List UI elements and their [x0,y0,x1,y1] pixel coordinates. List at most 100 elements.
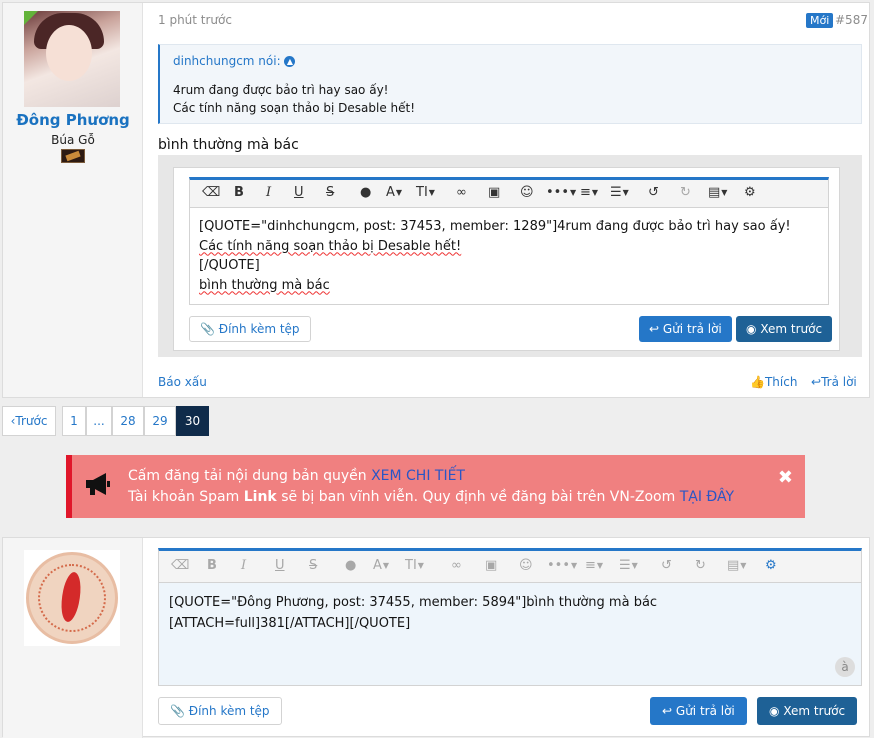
quick-reply: ⌫ B I U S ● A▼ TI▼ ∞ ▣ ☺ •••▼ ≡▼ ☰▼ ↺ ↻ … [2,537,870,738]
italic-icon[interactable]: I [266,185,271,200]
like-button[interactable]: 👍Thích [750,375,797,389]
reply-label: Trả lời [821,375,857,389]
font-size-icon[interactable]: TI▼ [416,185,435,200]
reply-arrow-icon: ↩ [649,322,660,336]
image-icon[interactable]: ▣ [488,185,500,200]
quote-block: dinhchungcm nói: ▲ 4rum đang được bảo tr… [158,44,862,124]
post-time[interactable]: 1 phút trước [158,13,232,27]
eraser-icon[interactable]: ⌫ [202,185,220,200]
arrow-up-circle-icon[interactable]: ▲ [284,56,296,67]
link-icon[interactable]: ∞ [451,558,462,573]
send-label: Gửi trả lời [662,322,722,336]
thumbs-up-icon: 👍 [750,375,765,389]
notice-text: Cấm đăng tải nội dung bản quyền [128,468,367,484]
page-28[interactable]: 28 [112,406,144,436]
editor-line: [/QUOTE] [199,258,260,273]
notice-banner: Cấm đăng tải nội dung bản quyền XEM CHI … [66,455,805,518]
online-indicator [24,11,38,25]
username[interactable]: Đông Phương [3,111,143,129]
eraser-icon[interactable]: ⌫ [171,558,189,573]
page-1[interactable]: 1 [62,406,86,436]
save-draft-icon[interactable]: ▤▼ [727,558,746,573]
attach-label: Đính kèm tệp [218,322,300,336]
reply-editor-input[interactable]: [QUOTE="Đông Phương, post: 37455, member… [159,583,861,644]
accent-input-icon[interactable]: à [835,657,855,677]
megaphone-icon [86,473,110,495]
post-587: Đông Phương Búa Gỗ 1 phút trước Mới #587… [2,2,870,398]
embedded-send-button: ↩ Gửi trả lời [639,316,732,342]
pagination-prev[interactable]: ‹Trước [2,406,56,436]
more-icon[interactable]: •••▼ [546,185,576,200]
eye-icon: ◉ [769,704,780,718]
redo-icon[interactable]: ↻ [680,185,691,200]
font-icon[interactable]: A▼ [373,558,389,573]
color-drop-icon[interactable]: ● [360,185,371,200]
align-icon[interactable]: ≡▼ [585,558,603,573]
redo-icon[interactable]: ↻ [695,558,706,573]
quote-author[interactable]: dinhchungcm nói: [173,54,281,68]
editor-line: [QUOTE="dinhchungcm, post: 37453, member… [199,219,791,234]
like-label: Thích [764,375,798,389]
hammer-rank-icon [61,149,85,163]
editor-toolbar: ⌫ B I U S ● A▼ TI▼ ∞ ▣ ☺ •••▼ ≡▼ ☰▼ ↺ ↻ [190,180,828,208]
bold-icon[interactable]: B [234,185,244,200]
list-icon[interactable]: ☰▼ [610,185,629,200]
embedded-editor-text: [QUOTE="dinhchungcm, post: 37453, member… [190,208,828,304]
list-icon[interactable]: ☰▼ [619,558,638,573]
post-message: bình thường mà bác [158,137,299,153]
embedded-editor: ⌫ B I U S ● A▼ TI▼ ∞ ▣ ☺ •••▼ ≡▼ ☰▼ ↺ ↻ [189,177,829,305]
embedded-attach-button: 📎 Đính kèm tệp [189,316,311,342]
notice-bold-text: Link [243,489,277,505]
font-size-icon[interactable]: TI▼ [405,558,424,573]
reply-button[interactable]: ↩Trả lời [811,375,857,389]
italic-icon[interactable]: I [241,558,246,573]
smiley-icon[interactable]: ☺ [520,185,534,200]
preview-label: Xem trước [760,322,823,336]
editor-line: Các tính năng soạn thảo bị Desable hết! [199,238,462,254]
editor-line: bình thường mà bác [199,277,330,293]
bold-icon[interactable]: B [207,558,217,573]
link-icon[interactable]: ∞ [456,185,467,200]
font-icon[interactable]: A▼ [386,185,402,200]
preview-button[interactable]: ◉ Xem trước [757,697,858,725]
avatar-face [46,25,92,81]
notice-details-link[interactable]: XEM CHI TIẾT [371,468,465,484]
gear-icon[interactable]: ⚙ [765,558,777,573]
save-draft-icon[interactable]: ▤▼ [708,185,727,200]
notice-line-1: Cấm đăng tải nội dung bản quyền XEM CHI … [128,468,465,484]
strikethrough-icon[interactable]: S [326,185,334,200]
current-user-avatar [24,550,120,646]
image-icon[interactable]: ▣ [485,558,497,573]
quote-body: 4rum đang được bảo trì hay sao ấy! Các t… [173,81,415,117]
send-reply-button[interactable]: ↩ Gửi trả lời [650,697,747,725]
close-icon[interactable]: ✖ [778,467,793,488]
smiley-icon[interactable]: ☺ [519,558,533,573]
notice-rules-link[interactable]: TẠI ĐÂY [680,489,734,505]
underline-icon[interactable]: U [294,185,304,200]
page-29[interactable]: 29 [144,406,176,436]
user-avatar[interactable] [24,11,120,107]
more-icon[interactable]: •••▼ [547,558,577,573]
new-badge: Mới [806,13,834,28]
color-drop-icon[interactable]: ● [345,558,356,573]
quote-header[interactable]: dinhchungcm nói: ▲ [173,54,296,68]
post-number[interactable]: #587 [835,13,868,27]
undo-icon[interactable]: ↺ [661,558,672,573]
report-link[interactable]: Báo xấu [158,375,207,389]
editor-line: [QUOTE="Đông Phương, post: 37455, member… [169,595,658,610]
align-icon[interactable]: ≡▼ [580,185,598,200]
page-30[interactable]: 30 [176,406,209,436]
gear-icon[interactable]: ⚙ [744,185,756,200]
user-title: Búa Gỗ [51,133,95,147]
undo-icon[interactable]: ↺ [648,185,659,200]
underline-icon[interactable]: U [275,558,285,573]
strikethrough-icon[interactable]: S [309,558,317,573]
send-label: Gửi trả lời [675,704,735,718]
reply-user-column [3,538,143,738]
page-ellipsis[interactable]: ... [86,406,112,436]
editor-line: [ATTACH=full]381[/ATTACH][/QUOTE] [169,615,411,631]
eye-icon: ◉ [746,322,757,336]
attach-file-button[interactable]: 📎 Đính kèm tệp [158,697,282,725]
reply-arrow-icon: ↩ [811,375,822,389]
preview-label: Xem trước [783,704,846,718]
